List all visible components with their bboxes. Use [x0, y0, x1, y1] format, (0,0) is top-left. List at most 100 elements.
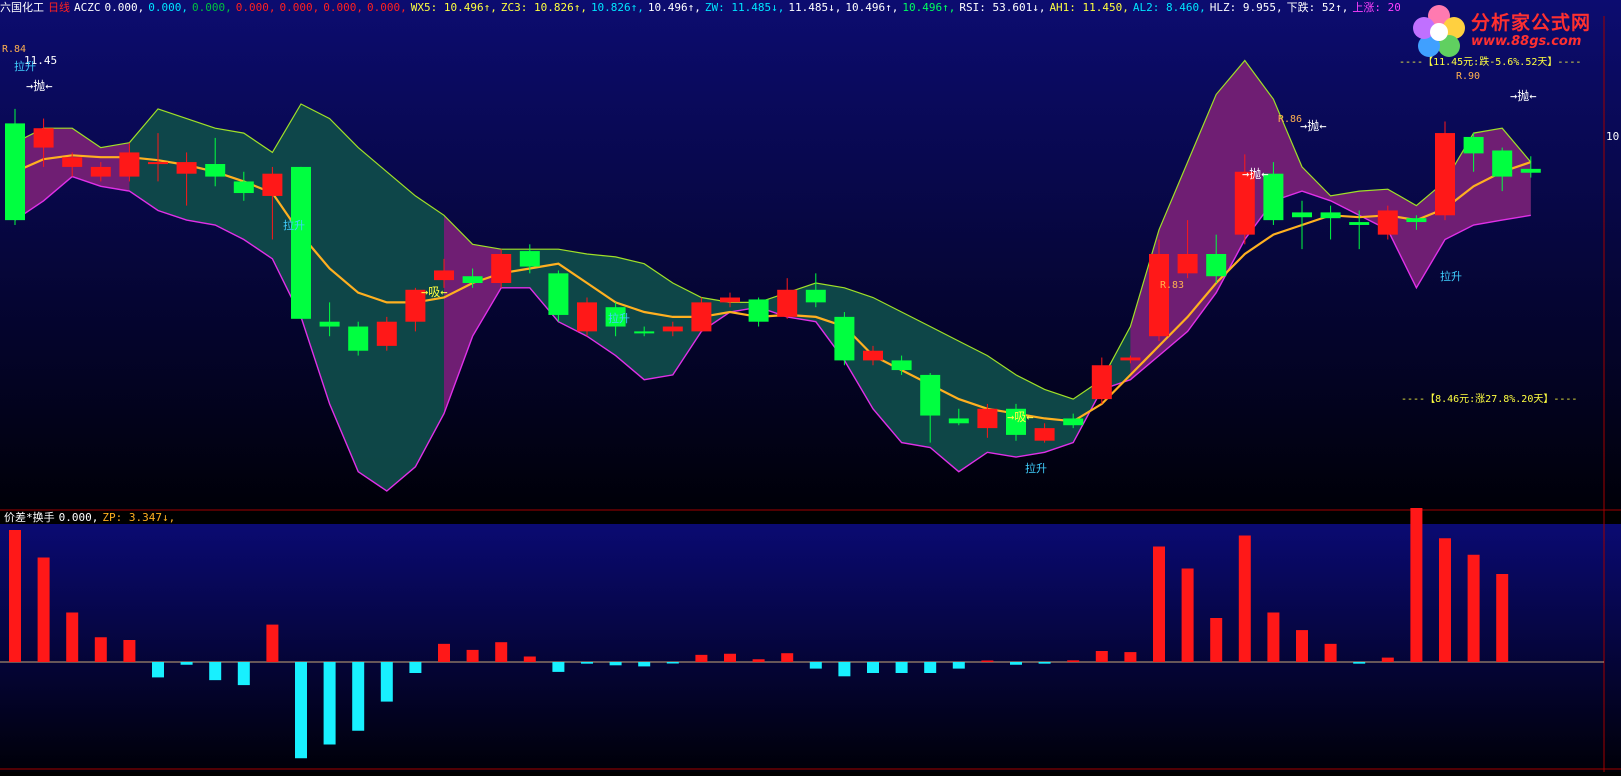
site-logo: 分析家公式网 www.88gs.com: [1407, 0, 1621, 62]
hist-bar-33: [952, 662, 965, 669]
candle-body-4: [119, 152, 140, 177]
candle-body-45: [1292, 212, 1312, 218]
header-value-4: 0.000,: [235, 1, 276, 14]
candle-29: [834, 312, 855, 366]
candle-body-42: [1206, 253, 1227, 277]
hist-bar-3: [94, 637, 107, 662]
hist-bar-19: [552, 662, 565, 672]
lower-panel-bg: [0, 524, 1621, 772]
header-value-11: 10.496↑,: [647, 1, 701, 14]
header-value-16: RSI: 53.601↓,: [959, 1, 1046, 14]
stock-name: 六国化工: [0, 1, 44, 14]
subpanel-value: 0.000,: [58, 511, 99, 524]
candle-body-24: [691, 302, 712, 332]
period-label[interactable]: 日线: [48, 1, 70, 14]
candle-50: [1435, 121, 1455, 221]
hist-bar-52: [1496, 574, 1509, 662]
hist-bar-29: [838, 662, 851, 677]
hist-bar-25: [724, 653, 736, 662]
candle-body-39: [1120, 357, 1141, 361]
candle-body-53: [1520, 168, 1541, 173]
candle-body-19: [548, 273, 569, 315]
hist-bar-47: [1353, 662, 1366, 664]
header-value-1: 0.000,: [104, 1, 145, 14]
header-value-2: 0.000,: [148, 1, 188, 14]
candle-body-49: [1406, 218, 1427, 223]
candle-20: [577, 297, 597, 337]
hist-bar-48: [1381, 657, 1394, 662]
candle-body-38: [1091, 365, 1112, 400]
hist-bar-51: [1467, 554, 1480, 662]
hist-bar-6: [180, 662, 193, 665]
candle-body-9: [262, 173, 283, 196]
chart-canvas[interactable]: R.84 11.45 R.83 R.86 R.90 拉升 拉升 拉升 拉升 拉升…: [0, 0, 1621, 772]
header-value-0: ACZC: [74, 1, 101, 14]
candle-body-47: [1349, 222, 1370, 225]
header-value-8: WX5: 10.496↑,: [410, 1, 497, 14]
hist-bar-31: [895, 662, 908, 673]
candle-body-34: [977, 408, 998, 429]
hist-bar-0: [9, 530, 21, 662]
candle-12: [348, 321, 369, 356]
hist-bar-18: [523, 656, 536, 662]
hist-bar-1: [37, 557, 50, 662]
price-axis-label: 10: [1606, 130, 1619, 143]
flower-icon: [1413, 5, 1465, 57]
hist-bar-41: [1181, 568, 1194, 662]
candle-body-50: [1435, 133, 1455, 216]
header-value-19: HLZ: 9.955,: [1209, 1, 1283, 14]
candle-body-5: [148, 162, 168, 165]
candle-body-31: [891, 360, 912, 371]
header-value-6: 0.000,: [323, 1, 363, 14]
candle-body-8: [233, 181, 254, 194]
label-r84: R.84: [2, 44, 26, 55]
candle-body-11: [319, 321, 340, 327]
hist-bar-10: [295, 662, 307, 759]
hist-bar-46: [1324, 643, 1337, 662]
hist-bar-40: [1153, 546, 1165, 662]
hist-bar-11: [323, 662, 336, 745]
label-r83: R.83: [1160, 280, 1184, 291]
hist-bar-50: [1439, 538, 1451, 662]
hist-bar-15: [438, 643, 450, 662]
hist-bar-21: [609, 662, 622, 666]
candle-24: [691, 297, 712, 332]
candle-10: [291, 166, 311, 319]
hist-bar-32: [924, 662, 937, 673]
chart-window: R.84 11.45 R.83 R.86 R.90 拉升 拉升 拉升 拉升 拉升…: [0, 0, 1621, 772]
header-value-9: ZC3: 10.826↑,: [500, 1, 587, 14]
candle-body-7: [205, 164, 226, 177]
hist-bar-35: [1010, 662, 1022, 665]
label-absorb-1: →吸←: [421, 285, 447, 299]
candle-body-29: [834, 316, 855, 361]
header-value-13: 11.485↓,: [788, 1, 842, 14]
hist-bar-28: [809, 662, 822, 669]
candle-body-6: [176, 162, 197, 174]
candle-body-36: [1034, 428, 1055, 441]
label-pull-up-2: 拉升: [283, 218, 305, 232]
candle-body-32: [920, 374, 941, 416]
candle-19: [548, 270, 569, 322]
hist-bar-45: [1296, 630, 1308, 662]
hist-bar-22: [638, 662, 651, 667]
logo-url[interactable]: www.88gs.com: [1471, 34, 1581, 49]
header-value-20: 下跌: 52↑,: [1286, 1, 1349, 14]
header-value-18: AL2: 8.460,: [1132, 1, 1206, 14]
hist-bar-16: [466, 649, 479, 662]
hist-bar-17: [495, 642, 508, 662]
header-value-10: 10.826↑,: [590, 1, 644, 14]
header-value-17: AH1: 11.450,: [1049, 1, 1129, 14]
header-value-5: 0.000,: [279, 1, 320, 14]
hist-bar-9: [266, 624, 279, 662]
candle-13: [376, 316, 397, 351]
hist-bar-4: [123, 640, 136, 662]
candle-body-33: [948, 418, 969, 424]
hist-bar-5: [152, 662, 164, 678]
candle-body-27: [777, 289, 798, 317]
hist-bar-30: [867, 662, 879, 673]
header-value-3: 0.000,: [192, 1, 232, 14]
header-value-15: 10.496↑,: [902, 1, 956, 14]
hist-bar-2: [66, 612, 79, 662]
candle-body-3: [90, 166, 111, 177]
candle-body-15: [434, 270, 454, 281]
